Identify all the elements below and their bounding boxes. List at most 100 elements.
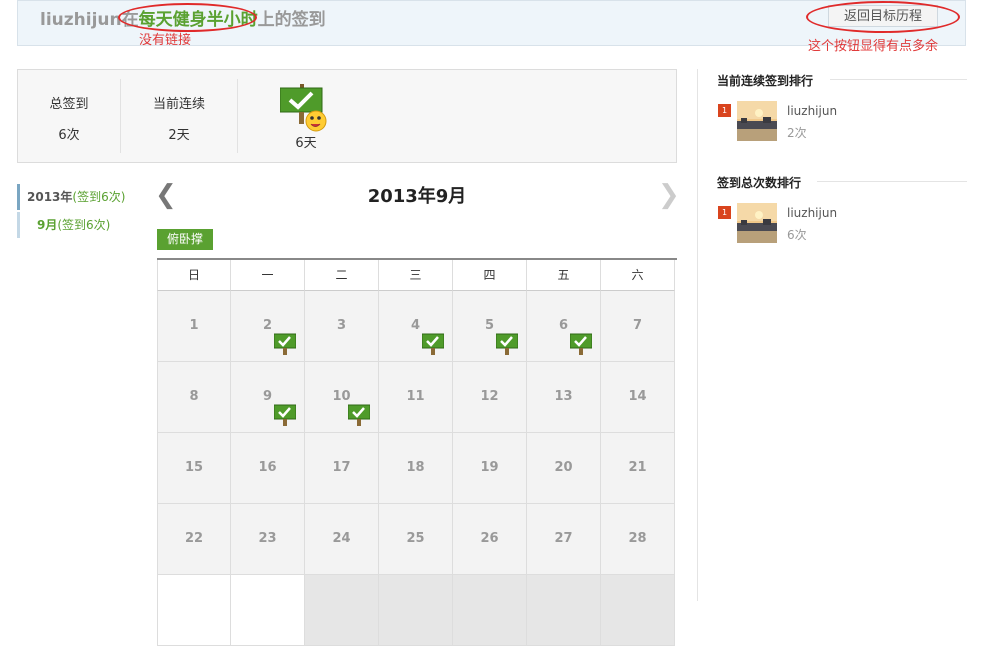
weekday-header: 三 (379, 260, 453, 291)
stats-divider (237, 79, 238, 153)
annotation-no-link: 没有链接 (139, 33, 192, 48)
ranking-user-name[interactable]: liuzhijun (787, 206, 837, 220)
annotation-redundant-button: 这个按钮显得有点多余 (808, 39, 939, 54)
calendar-day[interactable]: 16 (231, 433, 305, 504)
section-divider (817, 181, 967, 182)
weekday-header: 日 (157, 260, 231, 291)
calendar-day[interactable]: 10 (305, 362, 379, 433)
day-number: 12 (480, 389, 499, 404)
calendar-day[interactable]: 5 (453, 291, 527, 362)
day-number: 15 (184, 460, 204, 475)
nav-year-count: (签到6次) (72, 190, 126, 204)
day-number: 17 (332, 460, 351, 475)
calendar-day-empty (379, 575, 453, 646)
calendar-day[interactable]: 17 (305, 433, 379, 504)
calendar-day-empty (157, 575, 231, 646)
stats-panel (17, 69, 677, 163)
day-number: 23 (258, 531, 277, 546)
title-suffix: 上的签到 (257, 10, 326, 30)
streak-ranking-title: 当前连续签到排行 (717, 74, 814, 88)
ranking-user-count: 6次 (787, 228, 807, 242)
checkin-flag-icon (273, 333, 297, 355)
checkin-flag-icon (347, 404, 371, 426)
day-number: 9 (262, 389, 273, 404)
avatar[interactable] (737, 101, 777, 141)
calendar-day[interactable]: 15 (157, 433, 231, 504)
calendar-day[interactable]: 12 (453, 362, 527, 433)
calendar-day[interactable]: 24 (305, 504, 379, 575)
calendar-day[interactable]: 20 (527, 433, 601, 504)
calendar-day[interactable]: 18 (379, 433, 453, 504)
avatar[interactable] (737, 203, 777, 243)
nav-month-9[interactable]: 9月(签到6次) (17, 212, 131, 238)
day-number: 1 (189, 318, 199, 333)
day-number: 21 (628, 460, 647, 475)
rank-badge: 1 (718, 206, 731, 219)
calendar-day[interactable]: 26 (453, 504, 527, 575)
next-month-chevron-right-icon[interactable]: ❯ (658, 182, 680, 208)
day-number: 19 (480, 460, 499, 475)
stats-divider (120, 79, 121, 153)
calendar-grid: 日 一 二 三 四 五 六 1 2 3 4 5 6 7 8 9 10 11 12 13 14 15 16 17 1… (157, 258, 677, 646)
current-streak-label: 当前连续 (152, 97, 205, 112)
calendar-day-empty (527, 575, 601, 646)
calendar-day-empty (231, 575, 305, 646)
ranking-user-count: 2次 (787, 126, 807, 140)
calendar-day[interactable]: 23 (231, 504, 305, 575)
nav-month-count: (签到6次) (57, 218, 111, 232)
weekday-header: 六 (601, 260, 675, 291)
calendar-day-empty (305, 575, 379, 646)
calendar-day[interactable]: 11 (379, 362, 453, 433)
calendar-day[interactable]: 28 (601, 504, 675, 575)
weekday-header: 一 (231, 260, 305, 291)
calendar-day[interactable]: 7 (601, 291, 675, 362)
day-number: 10 (332, 389, 351, 404)
prev-month-chevron-left-icon[interactable]: ❮ (155, 182, 177, 208)
ranking-user-name[interactable]: liuzhijun (787, 104, 837, 118)
nav-year-label: 2013年 (27, 190, 73, 204)
day-number: 11 (406, 389, 425, 404)
current-streak-value: 2天 (168, 128, 190, 143)
day-number: 18 (406, 460, 425, 475)
calendar-day[interactable]: 21 (601, 433, 675, 504)
calendar-day[interactable]: 19 (453, 433, 527, 504)
calendar-day[interactable]: 2 (231, 291, 305, 362)
day-number: 5 (484, 318, 495, 333)
total-checkin-value: 6次 (58, 128, 80, 143)
calendar-day[interactable]: 27 (527, 504, 601, 575)
nav-year-2013[interactable]: 2013年(签到6次) (17, 184, 131, 210)
calendar-title: 2013年9月 (367, 186, 467, 207)
day-number: 14 (628, 389, 647, 404)
calendar-day[interactable]: 25 (379, 504, 453, 575)
day-number: 4 (410, 318, 421, 333)
day-number: 6 (558, 318, 569, 333)
annotation-ellipse-button (806, 1, 960, 33)
best-streak-value: 6天 (295, 136, 317, 151)
checkin-flag-icon (495, 333, 519, 355)
calendar-day[interactable]: 6 (527, 291, 601, 362)
calendar-day[interactable]: 13 (527, 362, 601, 433)
calendar-day[interactable]: 14 (601, 362, 675, 433)
calendar-day[interactable]: 8 (157, 362, 231, 433)
nav-month-label: 9月 (37, 218, 58, 232)
calendar-day-empty (601, 575, 675, 646)
day-number: 28 (628, 531, 647, 546)
goal-tag-button[interactable]: 俯卧撑 (157, 229, 213, 250)
calendar-day[interactable]: 1 (157, 291, 231, 362)
calendar-day[interactable]: 4 (379, 291, 453, 362)
day-number: 2 (262, 318, 273, 333)
checkin-flag-icon (569, 333, 593, 355)
day-number: 20 (554, 460, 573, 475)
rank-badge: 1 (718, 104, 731, 117)
day-number: 8 (189, 389, 199, 404)
best-streak-flag-icon (279, 84, 328, 132)
weekday-header: 二 (305, 260, 379, 291)
day-number: 25 (406, 531, 425, 546)
total-ranking-title: 签到总次数排行 (717, 176, 802, 190)
day-number: 13 (554, 389, 573, 404)
day-number: 24 (332, 531, 351, 546)
calendar-day[interactable]: 9 (231, 362, 305, 433)
calendar-day[interactable]: 22 (157, 504, 231, 575)
calendar-day[interactable]: 3 (305, 291, 379, 362)
day-number: 22 (184, 531, 204, 546)
